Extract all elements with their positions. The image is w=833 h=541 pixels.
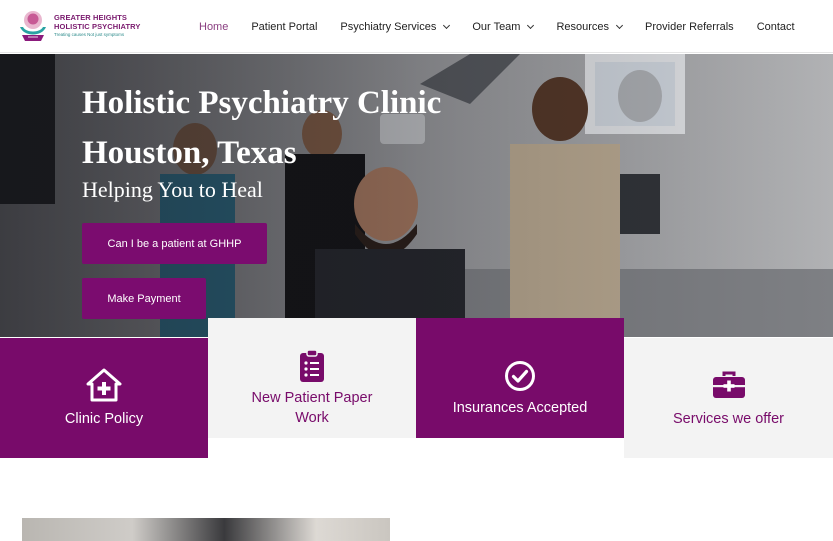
clipboard-list-icon	[294, 348, 330, 384]
nav-patient-portal[interactable]: Patient Portal	[251, 21, 317, 33]
tile-services-offered[interactable]: Services we offer	[624, 338, 833, 458]
tile-insurances-accepted-label: Insurances Accepted	[452, 400, 588, 416]
logo-tagline: Treating causes Not just symptoms	[54, 32, 125, 38]
hero-subtitle: Helping You to Heal	[82, 177, 263, 202]
logo-line-2: HOLISTIC PSYCHIATRY	[54, 21, 141, 31]
nav-resources-label: Resources	[556, 20, 610, 33]
check-circle-icon	[502, 358, 538, 394]
nav-patient-portal-label: Patient Portal	[251, 20, 318, 33]
site-header: GREATER HEIGHTS HOLISTIC PSYCHIATRY Trea…	[0, 0, 833, 53]
feature-tiles: Clinic Policy New Patient Paper Work Ins	[0, 318, 833, 458]
become-patient-button[interactable]: Can I be a patient at GHHP	[82, 223, 267, 264]
nav-psychiatry-services[interactable]: Psychiatry Services	[340, 20, 451, 33]
nav-our-team[interactable]: Our Team	[472, 20, 535, 33]
hero-title-line-1: Holistic Psychiatry Clinic	[82, 85, 442, 121]
nav-provider-referrals-label: Provider Referrals	[645, 20, 734, 33]
nav-home-label: Home	[199, 20, 229, 33]
hero-section: Holistic Psychiatry Clinic Houston, Texa…	[0, 54, 833, 337]
nav-provider-referrals[interactable]: Provider Referrals	[645, 21, 734, 33]
site-logo[interactable]: GREATER HEIGHTS HOLISTIC PSYCHIATRY Trea…	[14, 7, 146, 45]
nav-contact-label: Contact	[756, 20, 795, 33]
house-medical-icon	[86, 367, 122, 403]
chevron-down-icon	[616, 21, 624, 29]
logo-emblem-icon	[14, 7, 52, 45]
chevron-down-icon	[527, 21, 535, 29]
main-nav: Home Patient Portal Psychiatry Services …	[199, 0, 795, 53]
nav-contact[interactable]: Contact	[757, 21, 795, 33]
nav-resources[interactable]: Resources	[556, 20, 624, 33]
tile-new-patient-paperwork-label: New Patient Paper Work	[251, 390, 373, 426]
tile-new-patient-paperwork[interactable]: New Patient Paper Work	[208, 318, 416, 438]
hero-title: Holistic Psychiatry Clinic Houston, Texa…	[82, 78, 502, 178]
nav-home[interactable]: Home	[199, 21, 228, 33]
logo-line-1: GREATER HEIGHTS	[54, 13, 128, 23]
make-payment-button[interactable]: Make Payment	[82, 278, 206, 319]
section-photo	[22, 518, 390, 541]
tile-services-offered-label: Services we offer	[673, 411, 784, 427]
tile-clinic-policy-label: Clinic Policy	[64, 411, 144, 427]
chevron-down-icon	[443, 21, 451, 29]
nav-psychiatry-services-label: Psychiatry Services	[340, 20, 437, 33]
tile-insurances-accepted[interactable]: Insurances Accepted	[416, 318, 624, 438]
hero-title-line-2: Houston, Texas	[82, 135, 297, 171]
tile-clinic-policy[interactable]: Clinic Policy	[0, 338, 208, 458]
nav-our-team-label: Our Team	[472, 20, 521, 33]
medical-kit-icon	[711, 367, 747, 403]
